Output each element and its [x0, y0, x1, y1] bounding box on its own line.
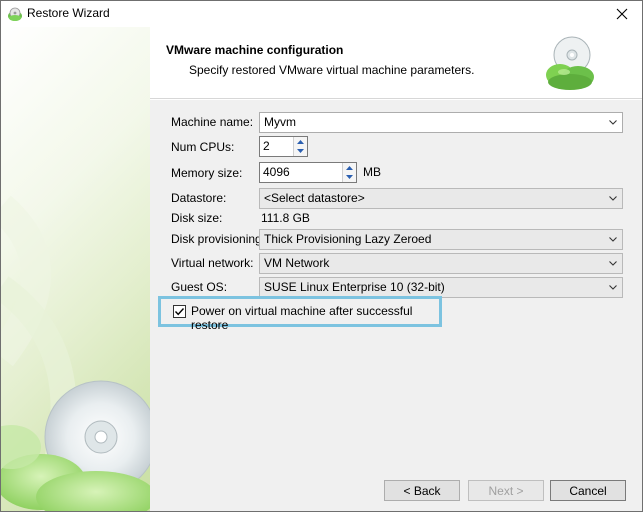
- disk-size-label: Disk size:: [171, 211, 223, 225]
- machine-name-combo[interactable]: Myvm: [259, 112, 623, 133]
- memory-size-stepper[interactable]: 4096: [259, 162, 357, 183]
- window-title: Restore Wizard: [27, 6, 110, 20]
- num-cpus-stepper[interactable]: 2: [259, 136, 308, 157]
- close-icon: [616, 8, 628, 20]
- power-on-checkbox[interactable]: [173, 305, 186, 318]
- datastore-label: Datastore:: [171, 191, 227, 205]
- title-bar: Restore Wizard: [1, 1, 642, 27]
- cd-disc-cloud-icon: [546, 36, 594, 90]
- memory-size-value: 4096: [263, 165, 290, 179]
- memory-unit: MB: [363, 165, 381, 179]
- cancel-button[interactable]: Cancel: [550, 480, 626, 501]
- restore-wizard-app-icon: [8, 7, 22, 21]
- disk-provisioning-label: Disk provisioning:: [171, 232, 266, 246]
- back-button[interactable]: < Back: [384, 480, 460, 501]
- restore-wizard-window: Restore Wizard VMware machine configurat…: [0, 0, 643, 512]
- chevron-down-icon[interactable]: [608, 278, 618, 297]
- page-subtitle: Specify restored VMware virtual machine …: [189, 63, 475, 77]
- next-button[interactable]: Next >: [468, 480, 544, 501]
- spin-up-icon[interactable]: [294, 137, 307, 146]
- disk-provisioning-value: Thick Provisioning Lazy Zeroed: [264, 232, 432, 246]
- spin-up-icon[interactable]: [343, 163, 356, 172]
- checkmark-icon: [174, 308, 185, 316]
- num-cpus-value: 2: [263, 139, 270, 153]
- wizard-header: VMware machine configuration Specify res…: [150, 27, 642, 99]
- virtual-network-value: VM Network: [264, 256, 330, 270]
- memory-size-label: Memory size:: [171, 166, 243, 180]
- page-title: VMware machine configuration: [166, 43, 344, 57]
- chevron-down-icon[interactable]: [608, 254, 618, 273]
- guest-os-label: Guest OS:: [171, 280, 228, 294]
- guest-os-dropdown[interactable]: SUSE Linux Enterprise 10 (32-bit): [259, 277, 623, 298]
- virtual-network-dropdown[interactable]: VM Network: [259, 253, 623, 274]
- virtual-network-label: Virtual network:: [171, 256, 254, 270]
- wizard-content: Machine name: Myvm Num CPUs: 2 Memory si…: [150, 100, 642, 511]
- decorative-disc-image: [1, 195, 150, 511]
- disk-provisioning-dropdown[interactable]: Thick Provisioning Lazy Zeroed: [259, 229, 623, 250]
- power-on-highlight: Power on virtual machine after successfu…: [158, 296, 442, 332]
- disk-size-value: 111.8 GB: [261, 211, 310, 225]
- machine-name-value: Myvm: [264, 115, 296, 129]
- power-on-label[interactable]: Power on virtual machine after successfu…: [191, 304, 439, 332]
- spin-down-icon[interactable]: [343, 172, 356, 181]
- chevron-down-icon[interactable]: [608, 113, 618, 132]
- chevron-down-icon[interactable]: [608, 230, 618, 249]
- num-cpus-label: Num CPUs:: [171, 140, 235, 154]
- datastore-dropdown[interactable]: <Select datastore>: [259, 188, 623, 209]
- memory-size-spin-buttons[interactable]: [342, 163, 356, 182]
- guest-os-value: SUSE Linux Enterprise 10 (32-bit): [264, 280, 445, 294]
- spin-down-icon[interactable]: [294, 146, 307, 155]
- num-cpus-spin-buttons[interactable]: [293, 137, 307, 156]
- close-button[interactable]: [602, 1, 642, 27]
- wizard-side-panel: [1, 27, 150, 511]
- datastore-value: <Select datastore>: [264, 191, 365, 205]
- machine-name-label: Machine name:: [171, 115, 254, 129]
- chevron-down-icon[interactable]: [608, 189, 618, 208]
